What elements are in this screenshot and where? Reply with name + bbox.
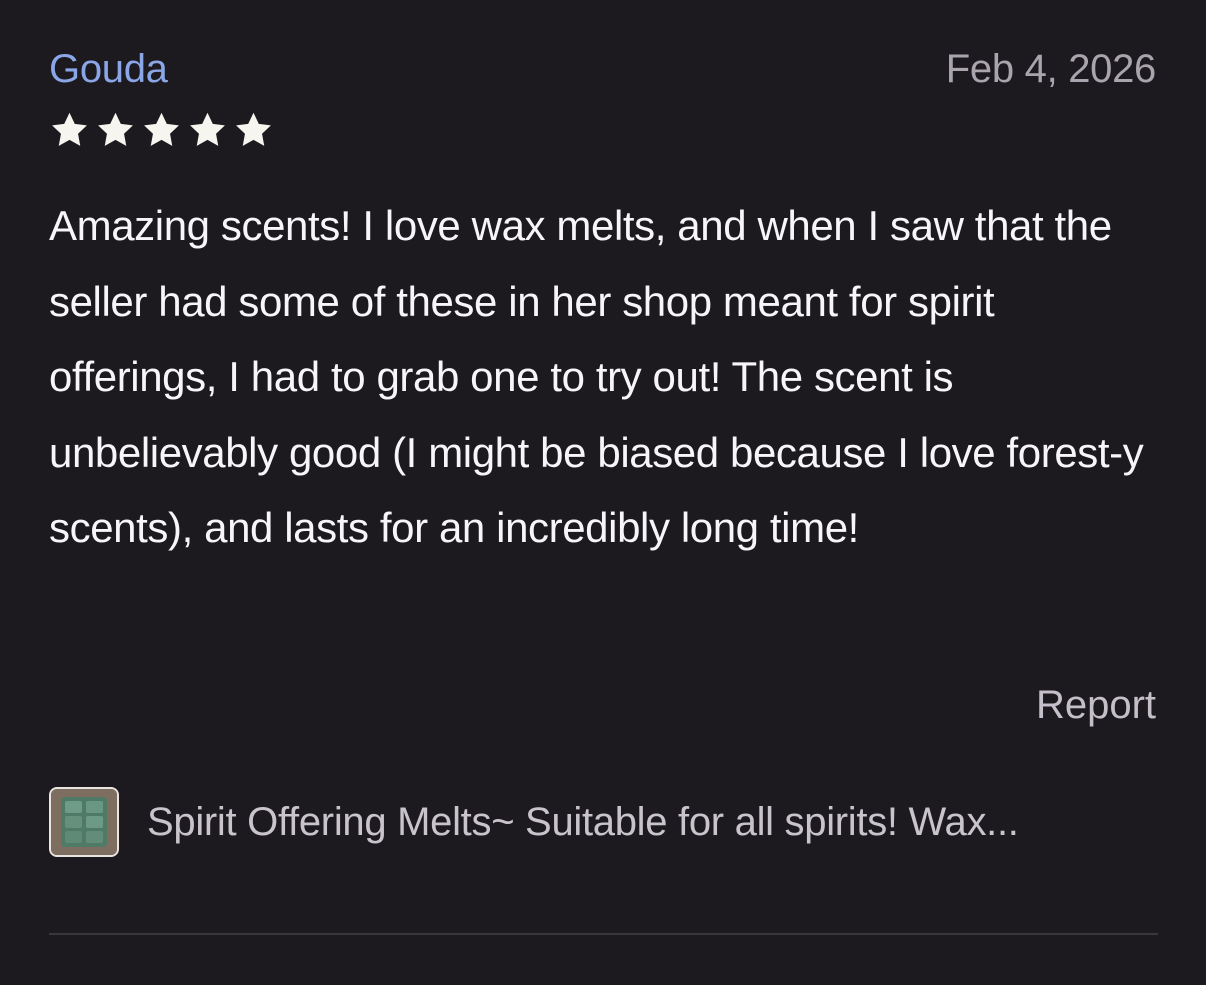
wax-melt-thumbnail-icon: [49, 787, 119, 857]
report-button[interactable]: Report: [1036, 680, 1156, 730]
star-icon: [187, 110, 228, 151]
star-rating: [49, 110, 274, 152]
listing-link[interactable]: Spirit Offering Melts~ Suitable for all …: [49, 787, 1019, 857]
divider: [49, 933, 1158, 935]
review-card: Gouda Feb 4, 2026 Amazing scents! I love…: [0, 0, 1206, 985]
star-icon: [141, 110, 182, 151]
review-text: Amazing scents! I love wax melts, and wh…: [49, 202, 1144, 551]
star-icon: [49, 110, 90, 151]
reviewer-name-link[interactable]: Gouda: [49, 44, 168, 94]
star-icon: [233, 110, 274, 151]
listing-title[interactable]: Spirit Offering Melts~ Suitable for all …: [147, 797, 1019, 847]
star-icon: [95, 110, 136, 151]
review-date: Feb 4, 2026: [945, 47, 1157, 91]
